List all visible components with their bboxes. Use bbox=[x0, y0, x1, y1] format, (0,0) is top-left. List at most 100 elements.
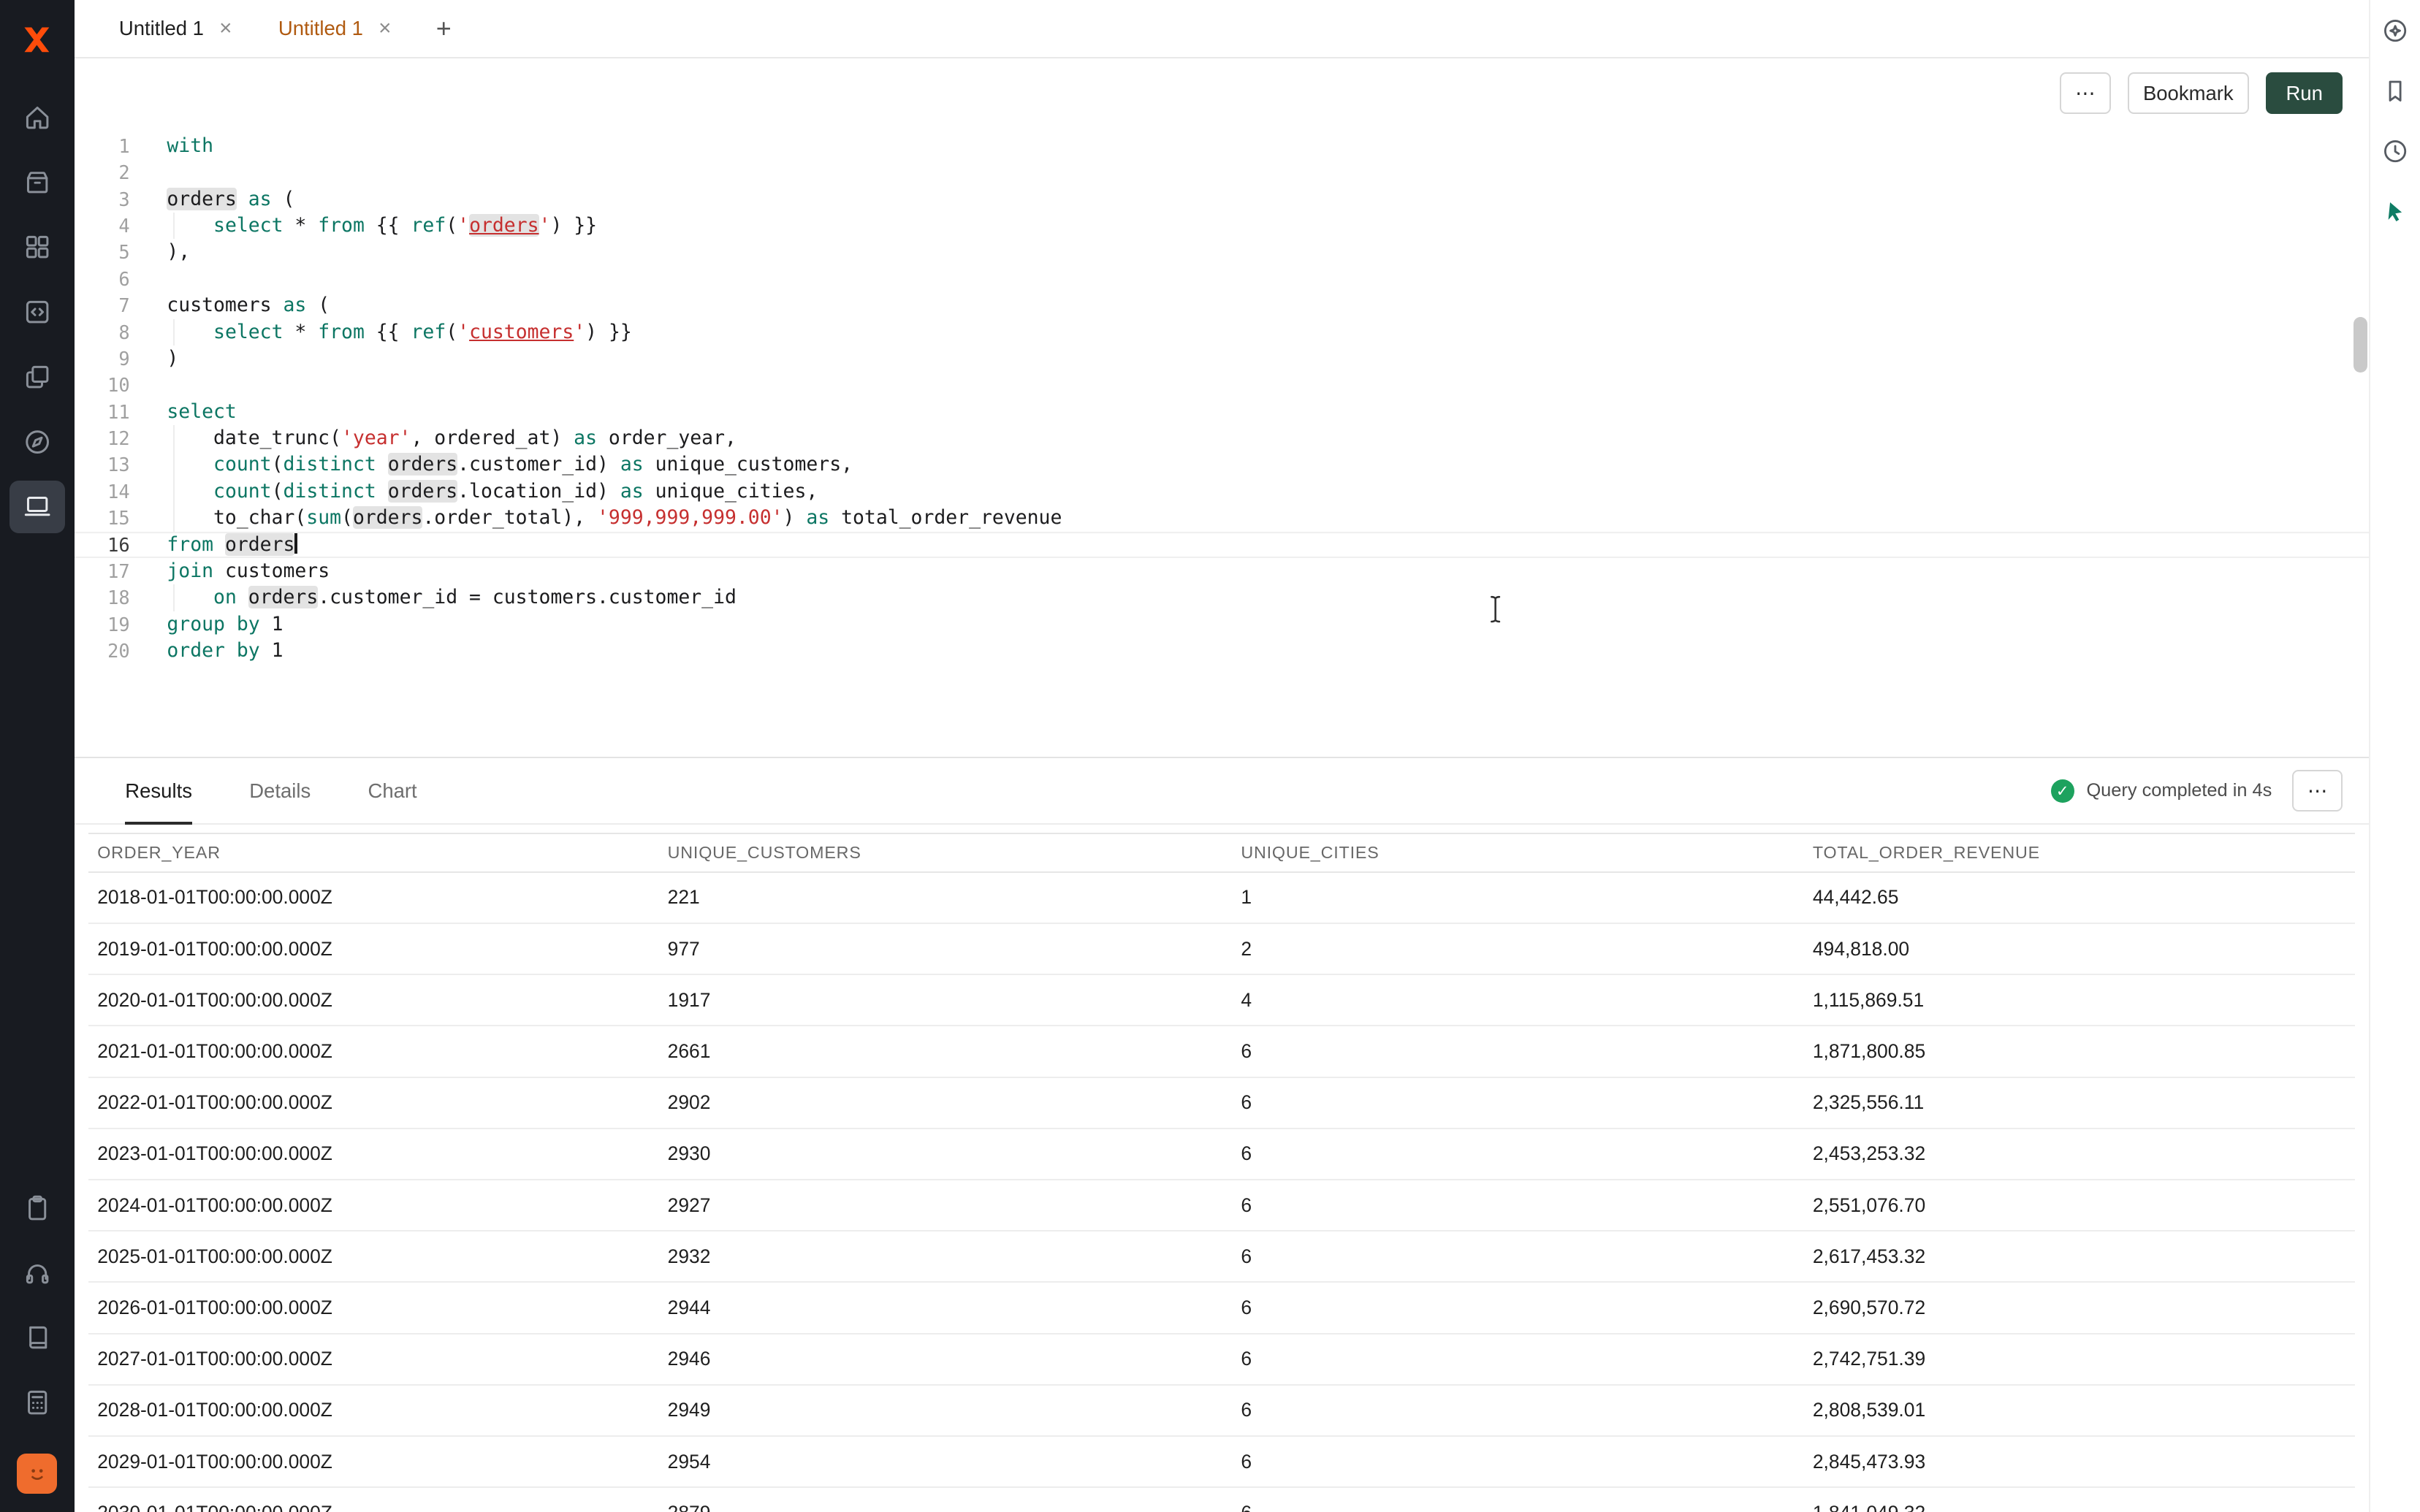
sidebar-item-projects[interactable] bbox=[9, 156, 65, 209]
code-line[interactable]: 8 select * from {{ ref('customers') }} bbox=[75, 319, 2370, 345]
run-button[interactable]: Run bbox=[2266, 72, 2343, 114]
table-cell[interactable]: 2946 bbox=[658, 1334, 1232, 1385]
table-cell[interactable]: 2022-01-01T00:00:00.000Z bbox=[88, 1077, 658, 1129]
results-more-button[interactable]: ⋯ bbox=[2292, 770, 2343, 812]
tab-untitled-1[interactable]: Untitled 1 × bbox=[96, 0, 255, 57]
sidebar-item-ide[interactable] bbox=[9, 481, 65, 533]
table-cell[interactable]: 2023-01-01T00:00:00.000Z bbox=[88, 1129, 658, 1180]
code-line[interactable]: 20order by 1 bbox=[75, 638, 2370, 664]
column-header[interactable]: UNIQUE_CITIES bbox=[1232, 833, 1804, 872]
sql-editor[interactable]: 1with23orders as (4 select * from {{ ref… bbox=[75, 129, 2370, 757]
editor-scrollbar-thumb[interactable] bbox=[2354, 317, 2367, 373]
code-line[interactable]: 3orders as ( bbox=[75, 186, 2370, 213]
close-tab-icon[interactable]: × bbox=[378, 18, 391, 39]
table-cell[interactable]: 2,742,751.39 bbox=[1803, 1334, 2355, 1385]
select-tool-button[interactable] bbox=[2378, 194, 2413, 229]
table-cell[interactable]: 2026-01-01T00:00:00.000Z bbox=[88, 1282, 658, 1333]
table-cell[interactable]: 221 bbox=[658, 872, 1232, 923]
sidebar-item-calculator[interactable] bbox=[9, 1376, 65, 1429]
sidebar-item-explore[interactable] bbox=[9, 416, 65, 468]
sidebar-item-windows[interactable] bbox=[9, 351, 65, 403]
sidebar-item-docs[interactable] bbox=[9, 1312, 65, 1364]
table-cell[interactable]: 977 bbox=[658, 923, 1232, 974]
user-avatar[interactable] bbox=[17, 1454, 57, 1494]
new-tab-button[interactable]: + bbox=[414, 13, 473, 44]
bookmark-button[interactable]: Bookmark bbox=[2128, 72, 2249, 114]
code-line[interactable]: 11select bbox=[75, 399, 2370, 425]
table-cell[interactable]: 2949 bbox=[658, 1385, 1232, 1436]
table-cell[interactable]: 2025-01-01T00:00:00.000Z bbox=[88, 1231, 658, 1282]
table-cell[interactable]: 6 bbox=[1232, 1026, 1804, 1077]
sidebar-item-support[interactable] bbox=[9, 1247, 65, 1299]
table-cell[interactable]: 2020-01-01T00:00:00.000Z bbox=[88, 974, 658, 1026]
table-cell[interactable]: 1 bbox=[1232, 872, 1804, 923]
table-cell[interactable]: 2021-01-01T00:00:00.000Z bbox=[88, 1026, 658, 1077]
table-cell[interactable]: 2932 bbox=[658, 1231, 1232, 1282]
code-line[interactable]: 7customers as ( bbox=[75, 292, 2370, 318]
table-cell[interactable]: 2,453,253.32 bbox=[1803, 1129, 2355, 1180]
table-cell[interactable]: 6 bbox=[1232, 1385, 1804, 1436]
table-cell[interactable]: 2930 bbox=[658, 1129, 1232, 1180]
table-cell[interactable]: 2944 bbox=[658, 1282, 1232, 1333]
table-cell[interactable]: 6 bbox=[1232, 1436, 1804, 1487]
column-header[interactable]: UNIQUE_CUSTOMERS bbox=[658, 833, 1232, 872]
table-cell[interactable]: 1,841,049.32 bbox=[1803, 1487, 2355, 1512]
table-cell[interactable]: 2927 bbox=[658, 1180, 1232, 1231]
table-cell[interactable]: 6 bbox=[1232, 1231, 1804, 1282]
code-line[interactable]: 5), bbox=[75, 239, 2370, 265]
code-line[interactable]: 10 bbox=[75, 372, 2370, 398]
table-cell[interactable]: 1,115,869.51 bbox=[1803, 974, 2355, 1026]
code-line[interactable]: 9) bbox=[75, 345, 2370, 372]
table-cell[interactable]: 6 bbox=[1232, 1487, 1804, 1512]
table-cell[interactable]: 1,871,800.85 bbox=[1803, 1026, 2355, 1077]
code-line[interactable]: 14 count(distinct orders.location_id) as… bbox=[75, 478, 2370, 505]
table-cell[interactable]: 2,325,556.11 bbox=[1803, 1077, 2355, 1129]
table-cell[interactable]: 494,818.00 bbox=[1803, 923, 2355, 974]
table-cell[interactable]: 6 bbox=[1232, 1129, 1804, 1180]
code-line[interactable]: 12 date_trunc('year', ordered_at) as ord… bbox=[75, 425, 2370, 451]
table-cell[interactable]: 2 bbox=[1232, 923, 1804, 974]
results-tab-chart[interactable]: Chart bbox=[368, 758, 416, 823]
table-cell[interactable]: 6 bbox=[1232, 1180, 1804, 1231]
table-cell[interactable]: 1917 bbox=[658, 974, 1232, 1026]
sidebar-item-sql-editor[interactable] bbox=[9, 286, 65, 338]
table-cell[interactable]: 2030-01-01T00:00:00.000Z bbox=[88, 1487, 658, 1512]
table-cell[interactable]: 44,442.65 bbox=[1803, 872, 2355, 923]
code-line[interactable]: 16from orders bbox=[75, 532, 2370, 558]
table-cell[interactable]: 2661 bbox=[658, 1026, 1232, 1077]
table-cell[interactable]: 2902 bbox=[658, 1077, 1232, 1129]
code-line[interactable]: 13 count(distinct orders.customer_id) as… bbox=[75, 451, 2370, 478]
table-cell[interactable]: 6 bbox=[1232, 1282, 1804, 1333]
table-cell[interactable]: 2,845,473.93 bbox=[1803, 1436, 2355, 1487]
results-tab-details[interactable]: Details bbox=[249, 758, 311, 823]
table-cell[interactable]: 2019-01-01T00:00:00.000Z bbox=[88, 923, 658, 974]
copilot-button[interactable] bbox=[2378, 14, 2413, 48]
history-button[interactable] bbox=[2378, 134, 2413, 169]
code-line[interactable]: 1with bbox=[75, 133, 2370, 159]
column-header[interactable]: TOTAL_ORDER_REVENUE bbox=[1803, 833, 2355, 872]
code-line[interactable]: 4 select * from {{ ref('orders') }} bbox=[75, 213, 2370, 239]
code-line[interactable]: 6 bbox=[75, 266, 2370, 292]
close-tab-icon[interactable]: × bbox=[219, 18, 232, 39]
results-tab-results[interactable]: Results bbox=[125, 758, 192, 823]
table-cell[interactable]: 2018-01-01T00:00:00.000Z bbox=[88, 872, 658, 923]
code-line[interactable]: 18 on orders.customer_id = customers.cus… bbox=[75, 584, 2370, 611]
sidebar-item-home[interactable] bbox=[9, 91, 65, 144]
table-cell[interactable]: 2027-01-01T00:00:00.000Z bbox=[88, 1334, 658, 1385]
table-cell[interactable]: 6 bbox=[1232, 1334, 1804, 1385]
table-cell[interactable]: 2029-01-01T00:00:00.000Z bbox=[88, 1436, 658, 1487]
code-line[interactable]: 2 bbox=[75, 159, 2370, 186]
table-cell[interactable]: 2954 bbox=[658, 1436, 1232, 1487]
sidebar-item-apps[interactable] bbox=[9, 221, 65, 273]
sidebar-item-notes[interactable] bbox=[9, 1182, 65, 1234]
table-cell[interactable]: 6 bbox=[1232, 1077, 1804, 1129]
tab-untitled-2[interactable]: Untitled 1 × bbox=[255, 0, 414, 57]
more-options-button[interactable]: ⋯ bbox=[2060, 72, 2111, 114]
table-cell[interactable]: 4 bbox=[1232, 974, 1804, 1026]
code-line[interactable]: 17join customers bbox=[75, 558, 2370, 584]
table-cell[interactable]: 2,617,453.32 bbox=[1803, 1231, 2355, 1282]
bookmarks-button[interactable] bbox=[2378, 75, 2413, 109]
table-cell[interactable]: 2,551,076.70 bbox=[1803, 1180, 2355, 1231]
column-header[interactable]: ORDER_YEAR bbox=[88, 833, 658, 872]
table-cell[interactable]: 2,808,539.01 bbox=[1803, 1385, 2355, 1436]
